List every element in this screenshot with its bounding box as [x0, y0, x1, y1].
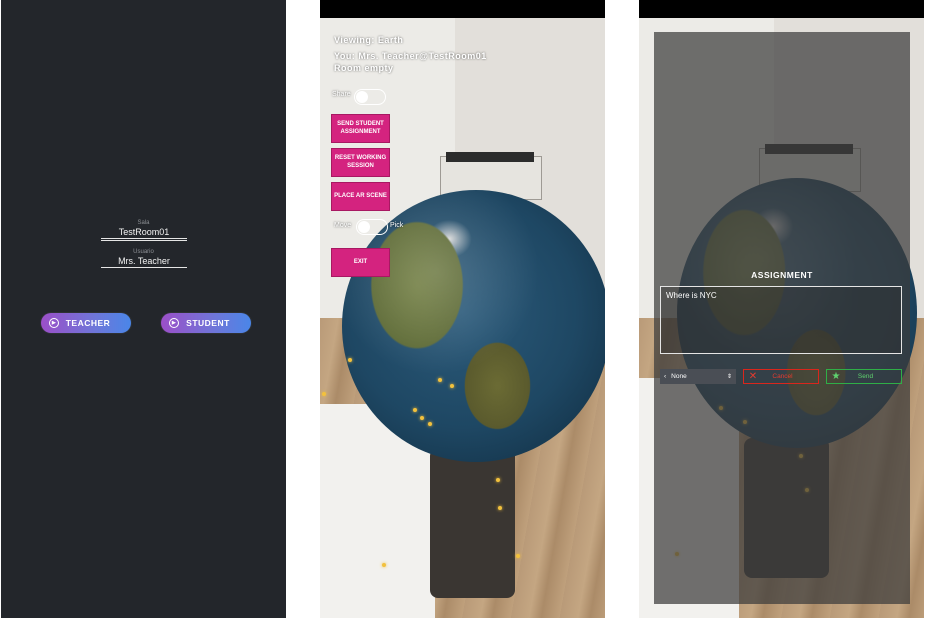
marker-dot[interactable]	[322, 392, 326, 396]
marker-dot[interactable]	[496, 478, 500, 482]
target-select[interactable]: ‹ None ⇕	[660, 369, 736, 384]
send-assignment-button[interactable]: SEND STUDENT ASSIGNMENT	[331, 114, 390, 143]
room-field[interactable]: TestRoom01	[101, 227, 187, 237]
teacher-button[interactable]: ▶ TEACHER	[41, 313, 131, 333]
marker-dot[interactable]	[516, 554, 520, 558]
student-button-label: STUDENT	[186, 318, 230, 328]
teacher-button-label: TEACHER	[65, 318, 111, 328]
room-caption: Sala	[137, 220, 150, 226]
room-status: Room empty	[334, 63, 394, 73]
camera-view	[320, 18, 605, 618]
room-field-underline	[101, 238, 187, 239]
user-field[interactable]: Mrs. Teacher	[101, 256, 187, 266]
share-label: Share	[332, 91, 351, 98]
viewing-label: Viewing: Earth	[334, 35, 404, 45]
send-button-label: Send	[857, 373, 874, 380]
user-field-underline	[101, 267, 187, 268]
cancel-button[interactable]: ✕ Cancel	[743, 369, 819, 384]
login-screen: Sala TestRoom01 Usuario Mrs. Teacher ▶ T…	[1, 0, 286, 618]
pick-label: Pick	[390, 222, 404, 229]
close-x-icon: ✕	[748, 371, 758, 382]
room-field-underline-2	[101, 240, 187, 241]
play-circle-icon: ▶	[49, 318, 59, 328]
place-scene-button[interactable]: PLACE AR SCENE	[331, 182, 390, 211]
user-caption: Usuario	[133, 249, 154, 255]
send-button[interactable]: ★ Send	[826, 369, 902, 384]
bag	[430, 448, 515, 598]
updown-arrows-icon: ⇕	[726, 374, 732, 380]
user-label: You: Mrs. Teacher@TestRoom01	[334, 51, 487, 61]
play-circle-icon: ▶	[169, 318, 179, 328]
marker-dot[interactable]	[498, 506, 502, 510]
move-label: Move	[334, 222, 352, 229]
star-icon: ★	[831, 371, 841, 382]
printer-tray	[446, 152, 534, 162]
marker-dot[interactable]	[438, 378, 442, 382]
marker-dot[interactable]	[348, 358, 352, 362]
chevron-left-icon: ‹	[664, 373, 667, 380]
status-bar	[639, 0, 924, 18]
ar-screen: Viewing: Earth You: Mrs. Teacher@TestRoo…	[320, 0, 605, 618]
toggle-knob	[356, 91, 368, 103]
marker-dot[interactable]	[450, 384, 454, 388]
marker-dot[interactable]	[382, 563, 386, 567]
move-pick-toggle[interactable]	[356, 219, 388, 235]
status-bar	[320, 0, 605, 18]
share-toggle[interactable]	[354, 89, 386, 105]
reset-session-button[interactable]: RESET WORKING SESSION	[331, 148, 390, 177]
assignment-screen: ASSIGNMENT Where is NYC ‹ None ⇕ ✕ Cance…	[639, 0, 924, 618]
student-button[interactable]: ▶ STUDENT	[161, 313, 251, 333]
assignment-text-input[interactable]: Where is NYC	[660, 286, 902, 354]
marker-dot[interactable]	[428, 422, 432, 426]
cancel-button-label: Cancel	[772, 373, 793, 380]
assignment-title: ASSIGNMENT	[751, 270, 813, 280]
toggle-knob	[358, 221, 370, 233]
exit-button[interactable]: EXIT	[331, 248, 390, 277]
marker-dot[interactable]	[413, 408, 417, 412]
target-select-value: None	[671, 373, 687, 380]
marker-dot[interactable]	[420, 416, 424, 420]
